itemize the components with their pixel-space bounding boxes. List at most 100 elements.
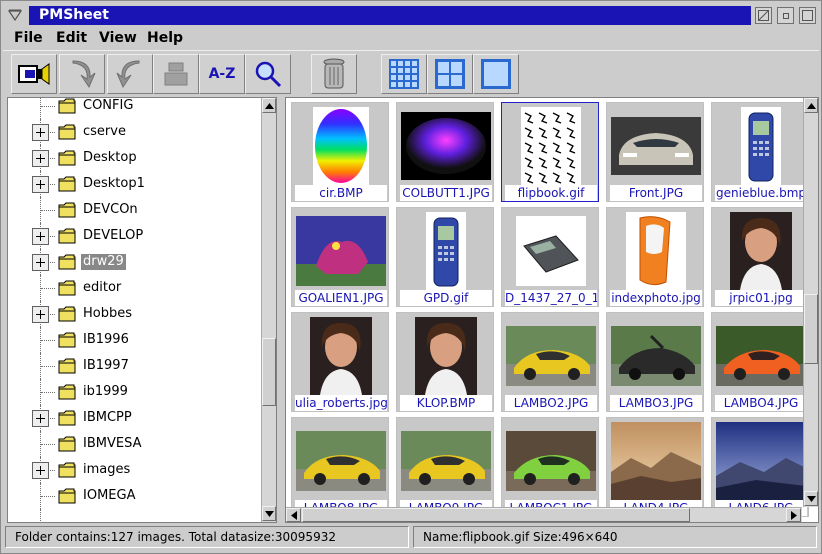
thumbnail-item[interactable]: D_1437_27_0_1 xyxy=(501,207,599,307)
toolbar: A-Z xyxy=(3,50,819,96)
scroll-down-button[interactable] xyxy=(804,491,818,506)
grid-medium-button[interactable] xyxy=(427,54,473,94)
menu-file[interactable]: File xyxy=(11,30,46,46)
expand-icon[interactable] xyxy=(32,150,49,167)
thumbnail-item[interactable]: cir.BMP xyxy=(291,102,389,202)
menu-help[interactable]: Help xyxy=(144,30,186,46)
title-bar: PMSheet xyxy=(3,3,819,27)
thumbnail-item[interactable]: LAMBO4.JPG xyxy=(711,312,809,412)
thumbnail-picture xyxy=(506,317,596,395)
thumbnail-item[interactable]: flipbook.gif xyxy=(501,102,599,202)
folder-icon xyxy=(58,306,76,322)
grid-small-button[interactable] xyxy=(381,54,427,94)
thumbnail-item[interactable]: LAND6.JPG xyxy=(711,417,809,517)
scroll-right-button[interactable] xyxy=(786,508,801,522)
tree-item[interactable]: editor xyxy=(8,275,262,301)
expand-icon[interactable] xyxy=(32,410,49,427)
image-thumbnail xyxy=(716,326,806,386)
tree-item[interactable]: DEVELOP xyxy=(8,223,262,249)
zoom-button[interactable] xyxy=(245,54,291,94)
tree-item[interactable]: IBMVESA xyxy=(8,431,262,457)
tree-item[interactable]: IB1996 xyxy=(8,327,262,353)
thumbnail-caption: LAMBO4.JPG xyxy=(715,395,807,411)
delete-button[interactable] xyxy=(311,54,357,94)
open-folder-button[interactable] xyxy=(11,54,57,94)
tree-item[interactable]: CONFIG xyxy=(8,98,262,119)
grid-large-button[interactable] xyxy=(473,54,519,94)
scroll-up-button[interactable] xyxy=(262,98,276,113)
thumbs-vscrollbar[interactable] xyxy=(803,98,818,507)
thumbnail-caption: Front.JPG xyxy=(610,185,702,201)
expand-icon[interactable] xyxy=(32,462,49,479)
thumbnail-item[interactable]: genieblue.bmp xyxy=(711,102,809,202)
tree-scrollbar[interactable] xyxy=(261,98,276,522)
tree-item[interactable]: images xyxy=(8,457,262,483)
scroll-up-button[interactable] xyxy=(804,98,818,113)
tree-item[interactable]: Hobbes xyxy=(8,301,262,327)
expand-icon[interactable] xyxy=(32,306,49,323)
thumbnail-grid: cir.BMP COLBUTT1.JPG flipbook.gif Front.JPG… xyxy=(285,97,819,523)
system-menu-icon[interactable] xyxy=(5,5,25,25)
tree-item[interactable]: drw29 xyxy=(8,249,262,275)
thumbnail-item[interactable]: COLBUTT1.JPG xyxy=(396,102,494,202)
tree-item-label: IB1997 xyxy=(83,358,129,373)
expand-icon[interactable] xyxy=(32,176,49,193)
thumbnail-picture xyxy=(611,422,701,500)
scroll-left-button[interactable] xyxy=(286,508,301,522)
tree-item[interactable]: Desktop xyxy=(8,145,262,171)
thumbs-hscrollbar[interactable] xyxy=(286,507,802,522)
thumbnail-item[interactable]: Front.JPG xyxy=(606,102,704,202)
zoom-icon xyxy=(255,61,282,88)
image-thumbnail xyxy=(626,212,686,290)
tree-item[interactable]: IOMEGA xyxy=(8,483,262,509)
scroll-thumb[interactable] xyxy=(302,508,690,522)
tree-item[interactable]: IB1997 xyxy=(8,353,262,379)
thumbnail-item[interactable]: indexphoto.jpg xyxy=(606,207,704,307)
maximize-button[interactable] xyxy=(799,7,816,24)
rotate-right-button[interactable] xyxy=(59,54,105,94)
thumbnail-item[interactable]: jrpic01.jpg xyxy=(711,207,809,307)
tree-item[interactable]: IBMCPP xyxy=(8,405,262,431)
arrow-left-icon xyxy=(290,510,297,520)
menu-view[interactable]: View xyxy=(96,30,140,46)
thumbnail-item[interactable]: LAMBO2.JPG xyxy=(501,312,599,412)
tree-item[interactable]: DEVCOn xyxy=(8,197,262,223)
tree-item-label: DEVELOP xyxy=(83,228,144,243)
thumbnail-caption: ulia_roberts.jpg xyxy=(295,395,387,411)
thumbnail-picture xyxy=(611,317,701,395)
thumbnail-item[interactable]: KLOP.BMP xyxy=(396,312,494,412)
rotate-left-button[interactable] xyxy=(107,54,153,94)
tree-item-label: images xyxy=(83,462,131,477)
folder-tree-list: CONFIG cserve Desktop Desktop1 DEVCOn DEVELOP… xyxy=(8,98,262,522)
thumbnail-item[interactable]: ulia_roberts.jpg xyxy=(291,312,389,412)
tree-item-label: Desktop1 xyxy=(83,176,145,191)
thumbnail-caption: indexphoto.jpg xyxy=(610,290,702,306)
thumbnail-item[interactable]: GPD.gif xyxy=(396,207,494,307)
thumbnail-item[interactable]: LAMBO8.JPG xyxy=(291,417,389,517)
expand-icon[interactable] xyxy=(32,228,49,245)
thumbnail-item[interactable]: LAND4.JPG xyxy=(606,417,704,517)
minimize-button[interactable] xyxy=(777,7,794,24)
tree-item-label: IOMEGA xyxy=(83,488,136,503)
tree-item[interactable]: ib1999 xyxy=(8,379,262,405)
scroll-thumb[interactable] xyxy=(262,338,276,406)
thumbnail-picture xyxy=(506,212,596,290)
thumbnail-picture xyxy=(401,317,491,395)
thumbnail-caption: jrpic01.jpg xyxy=(715,290,807,306)
trash-icon xyxy=(323,58,345,89)
tree-item-label: Hobbes xyxy=(83,306,133,321)
print-button[interactable] xyxy=(153,54,199,94)
expand-icon[interactable] xyxy=(32,254,49,271)
thumbnail-item[interactable]: LAMBO3.JPG xyxy=(606,312,704,412)
expand-icon[interactable] xyxy=(32,124,49,141)
thumbnail-item[interactable]: LAMBOC1.JPG xyxy=(501,417,599,517)
thumbnail-item[interactable]: GOALIEN1.JPG xyxy=(291,207,389,307)
thumbnail-item[interactable]: LAMBO9.JPG xyxy=(396,417,494,517)
scroll-thumb[interactable] xyxy=(804,294,818,364)
tree-item[interactable]: cserve xyxy=(8,119,262,145)
tree-item[interactable]: Desktop1 xyxy=(8,171,262,197)
sort-az-button[interactable]: A-Z xyxy=(199,54,245,94)
scroll-down-button[interactable] xyxy=(262,506,276,521)
hide-button[interactable] xyxy=(755,7,772,24)
menu-edit[interactable]: Edit xyxy=(53,30,90,46)
